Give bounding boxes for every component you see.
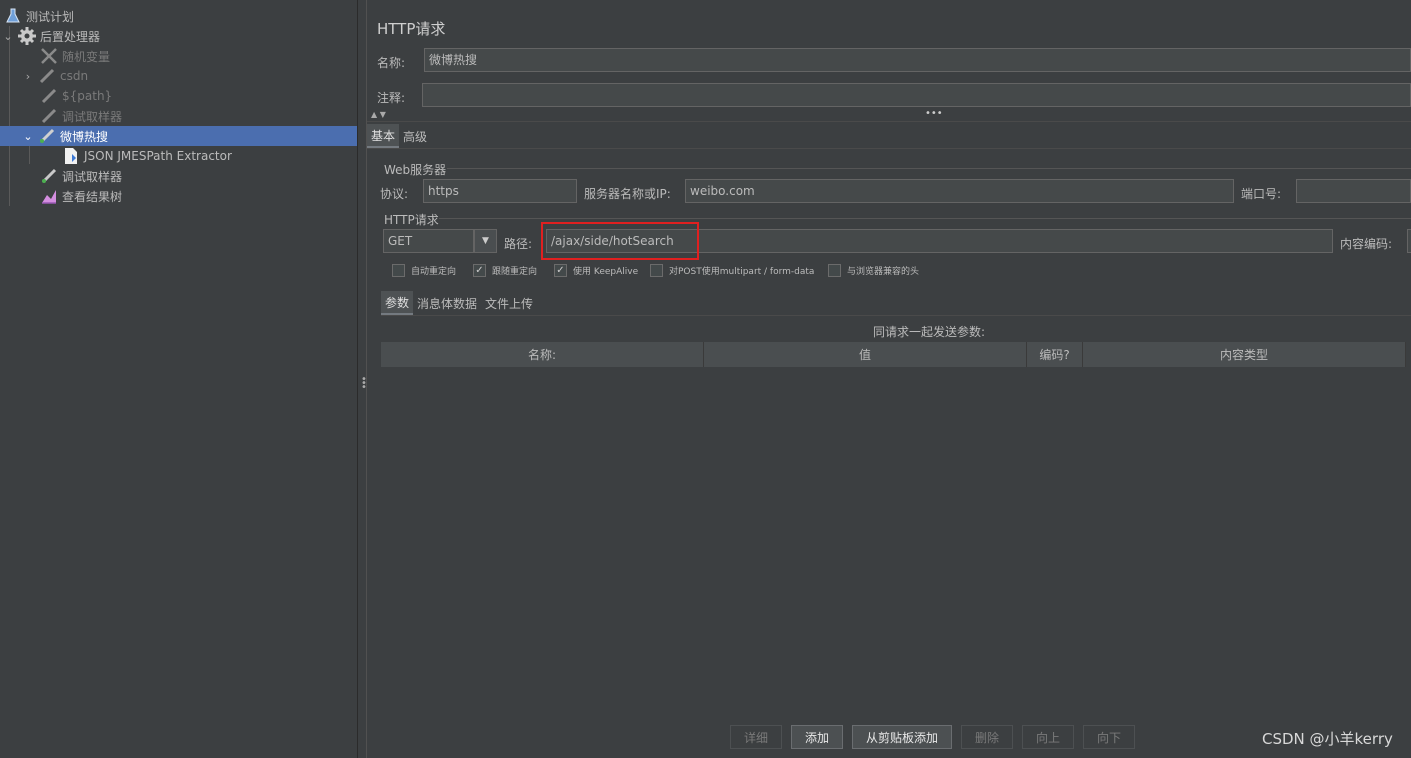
pipette-icon: [40, 87, 58, 105]
chevron-down-icon[interactable]: ⌄: [22, 126, 34, 146]
sampler-icon: [38, 127, 56, 145]
tree-item-test-plan[interactable]: 测试计划: [0, 6, 357, 26]
protocol-input[interactable]: https: [423, 179, 577, 203]
document-icon: [62, 147, 80, 165]
server-label: 服务器名称或IP:: [584, 187, 671, 201]
tree-item-weibo-hot-search[interactable]: ⌄ 微博热搜: [0, 126, 357, 146]
protocol-label: 协议:: [380, 187, 409, 201]
multipart-checkbox[interactable]: 对POST使用multipart / form-data: [650, 264, 814, 277]
move-up-button[interactable]: 向上: [1022, 725, 1074, 749]
params-caption: 同请求一起发送参数:: [873, 325, 986, 339]
checkbox-box[interactable]: [828, 264, 841, 277]
check-icon[interactable]: ✓: [473, 264, 486, 277]
tree-item-label: 后置处理器: [40, 29, 101, 44]
checkbox-label: 与浏览器兼容的头: [847, 267, 920, 277]
tab-body-data[interactable]: 消息体数据: [413, 291, 481, 315]
pipette-icon: [38, 67, 56, 85]
tree-item-json-jmespath-extractor[interactable]: JSON JMESPath Extractor: [0, 146, 357, 166]
checkbox-box[interactable]: [650, 264, 663, 277]
tree-item-post-processor[interactable]: ⌄ 后置处理器: [0, 26, 357, 46]
checkbox-label: 自动重定向: [411, 267, 457, 277]
main-tabs: 基本 高级: [367, 124, 431, 148]
tools-icon: [40, 47, 58, 65]
collapse-arrows-icon[interactable]: ▲ ▼: [371, 110, 386, 119]
chevron-down-icon[interactable]: ⌄: [2, 26, 14, 46]
sampler-icon: [40, 167, 58, 185]
follow-redirect-checkbox[interactable]: ✓ 跟随重定向: [473, 264, 537, 277]
divider: [381, 315, 1411, 316]
tree-item-view-results-tree[interactable]: 查看结果树: [0, 186, 357, 206]
checkbox-box[interactable]: [392, 264, 405, 277]
tree-item-label: 调试取样器: [62, 109, 123, 124]
delete-button[interactable]: 删除: [961, 725, 1013, 749]
group-border: [447, 168, 1411, 169]
table-header-encode[interactable]: 编码?: [1027, 342, 1083, 367]
params-table-body[interactable]: [381, 367, 1411, 717]
dropdown-arrow-icon[interactable]: ▼: [474, 229, 497, 253]
group-border: [439, 218, 1411, 219]
table-header-value[interactable]: 值: [704, 342, 1027, 367]
tree-item-csdn[interactable]: › csdn: [0, 66, 357, 86]
move-down-button[interactable]: 向下: [1083, 725, 1135, 749]
divider: [367, 148, 1411, 149]
table-header-name[interactable]: 名称:: [381, 342, 704, 367]
tree-item-debug-sampler[interactable]: 调试取样器: [0, 166, 357, 186]
tree-item-label: 查看结果树: [62, 189, 123, 204]
tab-basic[interactable]: 基本: [367, 124, 400, 148]
panel-splitter[interactable]: • • •: [357, 0, 367, 758]
http-request-group-title: HTTP请求: [384, 213, 439, 227]
port-label: 端口号:: [1241, 187, 1282, 201]
name-label: 名称:: [377, 56, 406, 70]
tree-item-label: csdn: [60, 69, 89, 83]
pipette-icon: [40, 107, 58, 125]
comment-label: 注释:: [377, 91, 406, 105]
tree-item-label: 随机变量: [62, 49, 111, 64]
table-header-content-type[interactable]: 内容类型: [1083, 342, 1406, 367]
comment-input[interactable]: [422, 83, 1411, 107]
server-input[interactable]: weibo.com: [685, 179, 1234, 203]
test-plan-tree[interactable]: 测试计划 ⌄ 后置处理器 随机变量 › csdn ${path} 调试取样器 ⌄: [0, 0, 357, 758]
checkbox-label: 对POST使用multipart / form-data: [669, 267, 815, 277]
path-label: 路径:: [504, 237, 533, 251]
flask-icon: [4, 7, 22, 25]
tree-item-label: 微博热搜: [60, 129, 109, 144]
tab-parameters[interactable]: 参数: [381, 291, 414, 315]
tab-advanced[interactable]: 高级: [399, 124, 431, 148]
checkbox-label: 使用 KeepAlive: [573, 267, 639, 277]
drag-handle-icon[interactable]: •••: [925, 108, 943, 119]
auto-redirect-checkbox[interactable]: 自动重定向: [392, 264, 456, 277]
port-input[interactable]: [1296, 179, 1411, 203]
content-encoding-label: 内容编码:: [1340, 237, 1393, 251]
tree-item-label: 测试计划: [26, 9, 75, 24]
tree-item-label: JSON JMESPath Extractor: [84, 149, 232, 163]
tree-item-path[interactable]: ${path}: [0, 86, 357, 106]
tab-file-upload[interactable]: 文件上传: [481, 291, 537, 315]
tree-item-random-variable[interactable]: 随机变量: [0, 46, 357, 66]
chart-icon: [40, 187, 58, 205]
chevron-right-icon[interactable]: ›: [22, 66, 34, 86]
tree-item-label: 调试取样器: [62, 169, 123, 184]
name-input[interactable]: 微博热搜: [424, 48, 1411, 72]
tree-item-label: ${path}: [62, 89, 113, 103]
content-encoding-input[interactable]: [1407, 229, 1411, 253]
divider: [367, 121, 1411, 122]
page-title: HTTP请求: [377, 20, 446, 38]
browser-headers-checkbox[interactable]: 与浏览器兼容的头: [828, 264, 919, 277]
web-server-group-title: Web服务器: [384, 163, 447, 177]
check-icon[interactable]: ✓: [554, 264, 567, 277]
http-request-panel: HTTP请求 名称: 微博热搜 注释: ▲ ▼ ••• 基本 高级 Web服务器…: [367, 0, 1411, 758]
keepalive-checkbox[interactable]: ✓ 使用 KeepAlive: [554, 264, 638, 277]
method-select[interactable]: GET: [383, 229, 474, 253]
path-highlight-box: [541, 222, 699, 260]
detail-button[interactable]: 详细: [730, 725, 782, 749]
checkbox-label: 跟随重定向: [492, 267, 538, 277]
watermark-text: CSDN @小羊kerry: [1262, 730, 1393, 748]
tree-item-debug-sampler-disabled[interactable]: 调试取样器: [0, 106, 357, 126]
gear-icon: [18, 27, 36, 45]
request-body-tabs: 参数 消息体数据 文件上传: [381, 291, 537, 315]
add-button[interactable]: 添加: [791, 725, 843, 749]
add-from-clipboard-button[interactable]: 从剪贴板添加: [852, 725, 952, 749]
